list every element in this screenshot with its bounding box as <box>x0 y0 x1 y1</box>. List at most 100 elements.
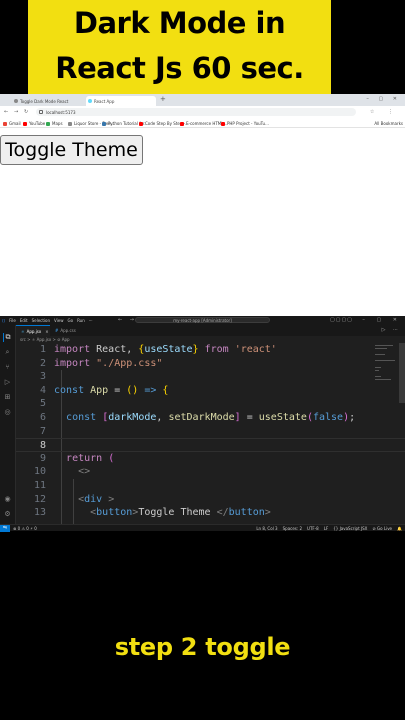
code-line[interactable]: 4 const App = () => { <box>16 384 405 398</box>
site-info-icon[interactable] <box>39 110 43 114</box>
bookmark-item[interactable]: Gmail <box>3 121 21 126</box>
line-number: 5 <box>39 398 46 410</box>
status-item[interactable]: ⊘ Go Live <box>372 526 392 531</box>
menu-item[interactable]: Selection <box>32 318 50 323</box>
line-number: 13 <box>33 507 46 519</box>
problems-indicator[interactable]: ⊗ 0 ⚠ 0 ⚡ 0 <box>13 526 37 531</box>
status-item[interactable]: Ln 8, Col 3 <box>256 526 277 531</box>
minimap-line <box>375 379 391 380</box>
line-number: 2 <box>39 357 46 369</box>
status-bar-right: Ln 8, Col 3 Spaces: 2 UTF-8 LF {} JavaScript… <box>251 526 402 531</box>
source-control-icon[interactable]: ⑂ <box>3 363 12 372</box>
reload-button[interactable]: ↻ <box>24 109 28 115</box>
code-line[interactable]: 2 import "./App.css" <box>16 357 405 371</box>
title-line-1: Dark Mode in <box>73 6 286 40</box>
bookmark-item[interactable]: YouTube <box>23 121 45 126</box>
code-line[interactable]: 9 return ( <box>16 452 405 466</box>
bookmark-item[interactable]: Maps <box>46 121 63 126</box>
code-line[interactable]: 1 import React, {useState} from 'react' <box>16 343 405 357</box>
code-line[interactable]: 10 <> <box>16 465 405 479</box>
code-editor[interactable]: 1 import React, {useState} from 'react' 2 i… <box>16 343 405 524</box>
manage-gear-icon[interactable]: ⚙ <box>3 510 12 519</box>
bookmark-favicon-icon <box>139 122 143 126</box>
css-file-icon: # <box>55 328 59 333</box>
editor-tab-actions[interactable]: ▷ ⋯ <box>382 327 401 333</box>
line-number: 1 <box>39 344 46 355</box>
menu-item[interactable]: Go <box>68 318 74 323</box>
extensions-icon[interactable]: ⊞ <box>3 393 12 402</box>
close-icon[interactable]: × <box>45 329 48 334</box>
vscode-window-controls[interactable]: – ▢ ✕ <box>362 317 402 323</box>
all-bookmarks-link[interactable]: All Bookmarks <box>374 121 403 126</box>
code-text: <> <box>78 466 91 478</box>
status-item[interactable]: {} JavaScript JSX <box>333 526 367 531</box>
status-item[interactable]: 🔔 <box>397 526 402 531</box>
explorer-icon[interactable]: ⧉ <box>3 333 12 342</box>
bookmark-label: PHP Project - YouTu... <box>227 121 269 126</box>
menu-item[interactable]: ··· <box>89 318 93 323</box>
code-line[interactable]: 7 <box>16 425 405 439</box>
menu-item[interactable]: File <box>9 318 16 323</box>
new-tab-button[interactable]: + <box>160 95 166 103</box>
vscode-title-bar: ⟨⟩ File Edit Selection View Go Run ··· ← → my-r… <box>0 316 405 325</box>
editor-tabs: ⚛ App.jsx × # App.css ▷ ⋯ <box>16 325 405 336</box>
tab-app-jsx[interactable]: ⚛ App.jsx × <box>16 325 50 336</box>
vscode-window: ⟨⟩ File Edit Selection View Go Run ··· ← → my-r… <box>0 316 405 532</box>
line-number: 11 <box>33 480 46 491</box>
menu-item[interactable]: Run <box>77 318 85 323</box>
url-input[interactable]: localhost:5173 <box>36 108 356 116</box>
bookmark-favicon-icon <box>180 122 184 126</box>
status-bar: ⇋ ⊗ 0 ⚠ 0 ⚡ 0 Ln 8, Col 3 Spaces: 2 UTF-8 L… <box>0 524 405 532</box>
tab-app-css[interactable]: # App.css <box>50 325 86 336</box>
minimap-line <box>375 348 387 349</box>
back-button[interactable]: ← <box>4 109 8 115</box>
remote-indicator-icon[interactable]: ⇋ <box>0 525 10 532</box>
line-number: 7 <box>39 425 46 437</box>
menu-item[interactable]: View <box>54 318 64 323</box>
vscode-menu-bar: ⟨⟩ File Edit Selection View Go Run ··· <box>2 318 97 323</box>
code-line[interactable]: 3 <box>16 370 405 384</box>
code-text: return ( <box>66 452 115 464</box>
code-line[interactable]: 13 <button>Toggle Theme </button> <box>16 506 405 520</box>
code-line[interactable]: 11 <box>16 479 405 493</box>
layout-toggle-icons[interactable]: ▢▢▢▢ <box>330 317 353 323</box>
command-center-search[interactable]: my-react-app [Administrator] <box>135 317 270 323</box>
caption: step 2 toggle <box>114 633 291 661</box>
bookmark-label: Gmail <box>9 121 21 126</box>
remote-explorer-icon[interactable]: ◎ <box>3 408 12 417</box>
line-number: 4 <box>39 384 46 396</box>
breadcrumb[interactable]: src > ⚛ App.jsx > ⊘ App <box>20 337 70 342</box>
account-icon[interactable]: ◉ <box>3 495 12 504</box>
status-item[interactable]: LF <box>324 526 329 531</box>
menu-item[interactable]: Edit <box>20 318 28 323</box>
forward-button[interactable]: → <box>14 109 18 115</box>
bookmark-favicon-icon <box>68 122 72 126</box>
code-text: <button>Toggle Theme </button> <box>90 507 271 519</box>
bookmark-favicon-icon <box>46 122 50 126</box>
status-item[interactable]: Spaces: 2 <box>283 526 302 531</box>
browser-tab-1[interactable]: Toggle Dark Mode React <box>12 96 84 106</box>
browser-window-controls[interactable]: – ▢ ✕ <box>366 96 401 102</box>
toggle-theme-button[interactable]: Toggle Theme <box>0 135 143 165</box>
url-text: localhost:5173 <box>46 110 76 115</box>
browser-tab-2[interactable]: React App <box>86 96 156 106</box>
code-line[interactable]: 8 <box>16 438 405 452</box>
editor-scrollbar[interactable] <box>399 343 405 403</box>
code-line[interactable]: 12 <div > <box>16 493 405 507</box>
title-banner: Dark Mode in React Js 60 sec. <box>28 0 331 102</box>
code-line[interactable]: 5 <box>16 397 405 411</box>
search-icon[interactable]: ⌕ <box>3 348 12 357</box>
browser-tab-1-label: Toggle Dark Mode React <box>20 99 69 104</box>
favicon-icon <box>14 99 18 103</box>
code-line[interactable]: 6 const [darkMode, setDarkMode] = useSta… <box>16 411 405 425</box>
bookmark-favicon-icon <box>3 122 7 126</box>
status-item[interactable]: UTF-8 <box>307 526 319 531</box>
minimap[interactable] <box>375 343 397 383</box>
browser-toolbar-icons[interactable]: ☆ ⋮ <box>370 109 399 115</box>
line-number: 8 <box>39 440 46 452</box>
code-text: const [darkMode, setDarkMode] = useState… <box>66 412 356 423</box>
run-debug-icon[interactable]: ▷ <box>3 378 12 387</box>
bookmark-item[interactable]: PHP Project - YouTu... <box>221 121 269 126</box>
code-text: const App = () => { <box>54 384 169 396</box>
line-number: 10 <box>33 466 46 478</box>
